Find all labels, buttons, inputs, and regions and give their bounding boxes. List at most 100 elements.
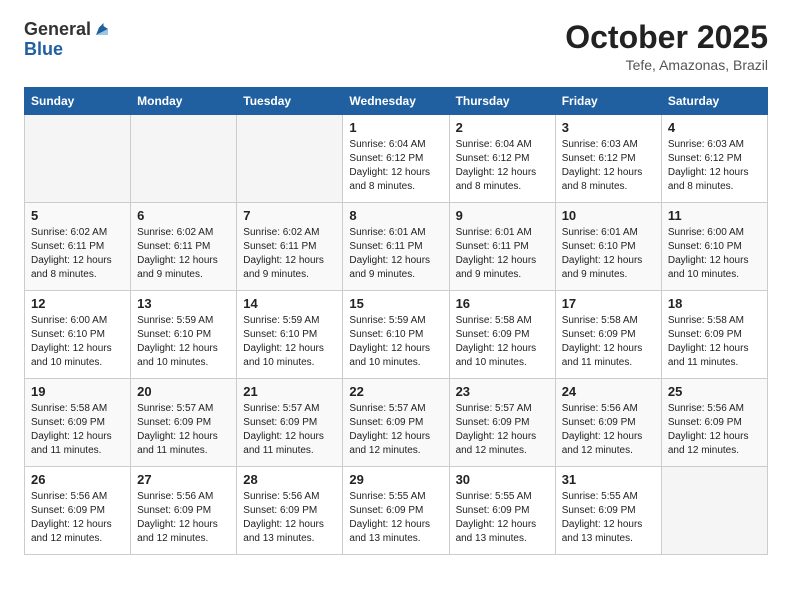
day-info: Sunrise: 5:58 AMSunset: 6:09 PMDaylight:…	[668, 314, 761, 370]
day-info: Sunrise: 5:59 AMSunset: 6:10 PMDaylight:…	[243, 314, 336, 370]
day-number: 7	[243, 208, 336, 223]
calendar-cell: 26Sunrise: 5:56 AMSunset: 6:09 PMDayligh…	[25, 467, 131, 555]
calendar-cell: 21Sunrise: 5:57 AMSunset: 6:09 PMDayligh…	[237, 379, 343, 467]
day-number: 10	[562, 208, 655, 223]
day-number: 12	[31, 296, 124, 311]
day-info: Sunrise: 6:04 AMSunset: 6:12 PMDaylight:…	[456, 138, 549, 194]
weekday-header-monday: Monday	[131, 88, 237, 115]
week-row-3: 12Sunrise: 6:00 AMSunset: 6:10 PMDayligh…	[25, 291, 768, 379]
calendar-table: SundayMondayTuesdayWednesdayThursdayFrid…	[24, 87, 768, 555]
calendar-cell: 22 Sunrise: 5:57 AMSunset: 6:09 PMDayligh…	[343, 379, 449, 467]
week-row-2: 5 Sunrise: 6:02 AMSunset: 6:11 PMDaylight…	[25, 203, 768, 291]
calendar-cell: 4Sunrise: 6:03 AMSunset: 6:12 PMDaylight…	[661, 115, 767, 203]
calendar-cell: 15 Sunrise: 5:59 AMSunset: 6:10 PMDayligh…	[343, 291, 449, 379]
day-info: Sunrise: 5:57 AMSunset: 6:09 PMDaylight:…	[137, 402, 230, 458]
day-number: 15	[349, 296, 442, 311]
day-info: Sunrise: 5:58 AMSunset: 6:09 PMDaylight:…	[562, 314, 655, 370]
day-number: 13	[137, 296, 230, 311]
day-info: Sunrise: 6:01 AMSunset: 6:11 PMDaylight:…	[349, 226, 442, 282]
calendar-cell	[131, 115, 237, 203]
day-info: Sunrise: 6:01 AMSunset: 6:10 PMDaylight:…	[562, 226, 655, 282]
day-info: Sunrise: 6:03 AMSunset: 6:12 PMDaylight:…	[562, 138, 655, 194]
calendar-cell: 16 Sunrise: 5:58 AMSunset: 6:09 PMDayligh…	[449, 291, 555, 379]
day-number: 22	[349, 384, 442, 399]
calendar-cell	[25, 115, 131, 203]
day-info: Sunrise: 5:55 AMSunset: 6:09 PMDaylight:…	[562, 490, 655, 546]
day-info: Sunrise: 5:56 AMSunset: 6:09 PMDaylight:…	[562, 402, 655, 458]
day-number: 24	[562, 384, 655, 399]
weekday-header-tuesday: Tuesday	[237, 88, 343, 115]
day-number: 1	[349, 120, 442, 135]
calendar-cell: 29Sunrise: 5:55 AMSunset: 6:09 PMDayligh…	[343, 467, 449, 555]
day-number: 9	[456, 208, 549, 223]
page: General Blue October 2025 Tefe, Amazonas…	[0, 0, 792, 575]
calendar-cell: 20 Sunrise: 5:57 AMSunset: 6:09 PMDayligh…	[131, 379, 237, 467]
calendar-cell	[661, 467, 767, 555]
day-info: Sunrise: 5:58 AMSunset: 6:09 PMDaylight:…	[456, 314, 549, 370]
day-number: 4	[668, 120, 761, 135]
day-info: Sunrise: 6:04 AMSunset: 6:12 PMDaylight:…	[349, 138, 442, 194]
day-number: 30	[456, 472, 549, 487]
header: General Blue October 2025 Tefe, Amazonas…	[24, 20, 768, 73]
day-number: 8	[349, 208, 442, 223]
day-number: 11	[668, 208, 761, 223]
calendar-subtitle: Tefe, Amazonas, Brazil	[565, 57, 768, 73]
day-number: 3	[562, 120, 655, 135]
day-number: 19	[31, 384, 124, 399]
calendar-cell	[237, 115, 343, 203]
calendar-cell: 27 Sunrise: 5:56 AMSunset: 6:09 PMDayligh…	[131, 467, 237, 555]
calendar-cell: 5 Sunrise: 6:02 AMSunset: 6:11 PMDaylight…	[25, 203, 131, 291]
day-number: 20	[137, 384, 230, 399]
day-number: 5	[31, 208, 124, 223]
calendar-cell: 1 Sunrise: 6:04 AMSunset: 6:12 PMDaylight…	[343, 115, 449, 203]
day-number: 27	[137, 472, 230, 487]
logo-general-text: General	[24, 20, 91, 40]
calendar-title: October 2025	[565, 20, 768, 55]
calendar-cell: 17 Sunrise: 5:58 AMSunset: 6:09 PMDayligh…	[555, 291, 661, 379]
weekday-header-wednesday: Wednesday	[343, 88, 449, 115]
day-number: 26	[31, 472, 124, 487]
calendar-cell: 3 Sunrise: 6:03 AMSunset: 6:12 PMDaylight…	[555, 115, 661, 203]
day-info: Sunrise: 6:01 AMSunset: 6:11 PMDaylight:…	[456, 226, 549, 282]
calendar-cell: 12Sunrise: 6:00 AMSunset: 6:10 PMDayligh…	[25, 291, 131, 379]
day-number: 2	[456, 120, 549, 135]
weekday-header-row: SundayMondayTuesdayWednesdayThursdayFrid…	[25, 88, 768, 115]
calendar-cell: 7 Sunrise: 6:02 AMSunset: 6:11 PMDaylight…	[237, 203, 343, 291]
day-number: 6	[137, 208, 230, 223]
calendar-cell: 8 Sunrise: 6:01 AMSunset: 6:11 PMDaylight…	[343, 203, 449, 291]
logo: General Blue	[24, 20, 111, 60]
day-number: 16	[456, 296, 549, 311]
day-info: Sunrise: 5:57 AMSunset: 6:09 PMDaylight:…	[456, 402, 549, 458]
day-info: Sunrise: 5:59 AMSunset: 6:10 PMDaylight:…	[349, 314, 442, 370]
calendar-cell: 14 Sunrise: 5:59 AMSunset: 6:10 PMDayligh…	[237, 291, 343, 379]
title-block: October 2025 Tefe, Amazonas, Brazil	[565, 20, 768, 73]
calendar-cell: 24 Sunrise: 5:56 AMSunset: 6:09 PMDayligh…	[555, 379, 661, 467]
week-row-1: 1 Sunrise: 6:04 AMSunset: 6:12 PMDaylight…	[25, 115, 768, 203]
day-number: 25	[668, 384, 761, 399]
weekday-header-thursday: Thursday	[449, 88, 555, 115]
day-info: Sunrise: 5:56 AMSunset: 6:09 PMDaylight:…	[243, 490, 336, 546]
day-info: Sunrise: 5:57 AMSunset: 6:09 PMDaylight:…	[243, 402, 336, 458]
calendar-cell: 11 Sunrise: 6:00 AMSunset: 6:10 PMDayligh…	[661, 203, 767, 291]
day-info: Sunrise: 6:02 AMSunset: 6:11 PMDaylight:…	[243, 226, 336, 282]
calendar-cell: 10 Sunrise: 6:01 AMSunset: 6:10 PMDayligh…	[555, 203, 661, 291]
calendar-cell: 9 Sunrise: 6:01 AMSunset: 6:11 PMDaylight…	[449, 203, 555, 291]
day-info: Sunrise: 6:02 AMSunset: 6:11 PMDaylight:…	[31, 226, 124, 282]
day-info: Sunrise: 6:00 AMSunset: 6:10 PMDaylight:…	[668, 226, 761, 282]
day-info: Sunrise: 6:02 AMSunset: 6:11 PMDaylight:…	[137, 226, 230, 282]
calendar-cell: 18Sunrise: 5:58 AMSunset: 6:09 PMDayligh…	[661, 291, 767, 379]
day-info: Sunrise: 5:59 AMSunset: 6:10 PMDaylight:…	[137, 314, 230, 370]
day-number: 17	[562, 296, 655, 311]
week-row-4: 19Sunrise: 5:58 AMSunset: 6:09 PMDayligh…	[25, 379, 768, 467]
calendar-cell: 23Sunrise: 5:57 AMSunset: 6:09 PMDayligh…	[449, 379, 555, 467]
calendar-cell: 19Sunrise: 5:58 AMSunset: 6:09 PMDayligh…	[25, 379, 131, 467]
calendar-cell: 28Sunrise: 5:56 AMSunset: 6:09 PMDayligh…	[237, 467, 343, 555]
logo-blue-text: Blue	[24, 40, 63, 60]
day-info: Sunrise: 5:57 AMSunset: 6:09 PMDaylight:…	[349, 402, 442, 458]
calendar-cell: 2 Sunrise: 6:04 AMSunset: 6:12 PMDaylight…	[449, 115, 555, 203]
day-info: Sunrise: 5:56 AMSunset: 6:09 PMDaylight:…	[137, 490, 230, 546]
day-number: 14	[243, 296, 336, 311]
day-info: Sunrise: 5:56 AMSunset: 6:09 PMDaylight:…	[668, 402, 761, 458]
calendar-cell: 6 Sunrise: 6:02 AMSunset: 6:11 PMDaylight…	[131, 203, 237, 291]
day-info: Sunrise: 5:55 AMSunset: 6:09 PMDaylight:…	[349, 490, 442, 546]
